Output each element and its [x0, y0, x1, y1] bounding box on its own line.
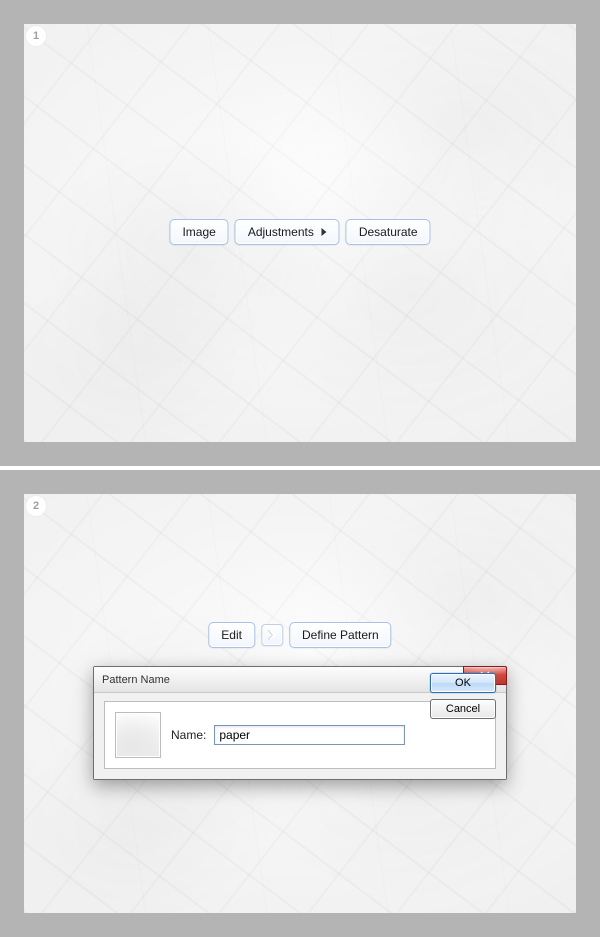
name-label: Name:: [171, 728, 206, 742]
menu-adjustments-label: Adjustments: [248, 225, 314, 239]
paper-texture-canvas-1: Image Adjustments Desaturate: [24, 24, 576, 442]
step-panel-2: 2 Edit Define Pattern Pa: [0, 470, 600, 937]
step-panel-1: 1 Image Adjustments Desaturate: [0, 0, 600, 466]
dialog-body: OK Cancel Name:: [94, 693, 506, 779]
dialog-button-column: OK Cancel: [430, 673, 496, 719]
pattern-thumbnail: [115, 712, 161, 758]
breadcrumb-chevron: [261, 624, 283, 646]
ok-button[interactable]: OK: [430, 673, 496, 693]
menu-define-pattern-label: Define Pattern: [302, 628, 379, 642]
menu-breadcrumb-2: Edit Define Pattern: [208, 622, 391, 648]
menu-edit-button[interactable]: Edit: [208, 622, 255, 648]
menu-breadcrumb-1: Image Adjustments Desaturate: [169, 219, 430, 245]
step-badge-1: 1: [26, 26, 46, 46]
dialog-title: Pattern Name: [102, 674, 170, 686]
menu-image-label: Image: [182, 225, 215, 239]
menu-desaturate-button[interactable]: Desaturate: [346, 219, 431, 245]
menu-desaturate-label: Desaturate: [359, 225, 418, 239]
step-badge-2: 2: [26, 496, 46, 516]
name-input[interactable]: [214, 725, 405, 745]
name-field-row: Name:: [171, 725, 485, 745]
menu-image-button[interactable]: Image: [169, 219, 228, 245]
cancel-button[interactable]: Cancel: [430, 699, 496, 719]
paper-texture-canvas-2: Edit Define Pattern Pattern Name: [24, 494, 576, 913]
chevron-right-icon: [268, 630, 276, 640]
menu-edit-label: Edit: [221, 628, 242, 642]
menu-define-pattern-button[interactable]: Define Pattern: [289, 622, 392, 648]
pattern-name-dialog: Pattern Name OK Cancel: [93, 666, 507, 780]
menu-adjustments-button[interactable]: Adjustments: [235, 219, 340, 245]
chevron-right-icon: [322, 228, 327, 236]
